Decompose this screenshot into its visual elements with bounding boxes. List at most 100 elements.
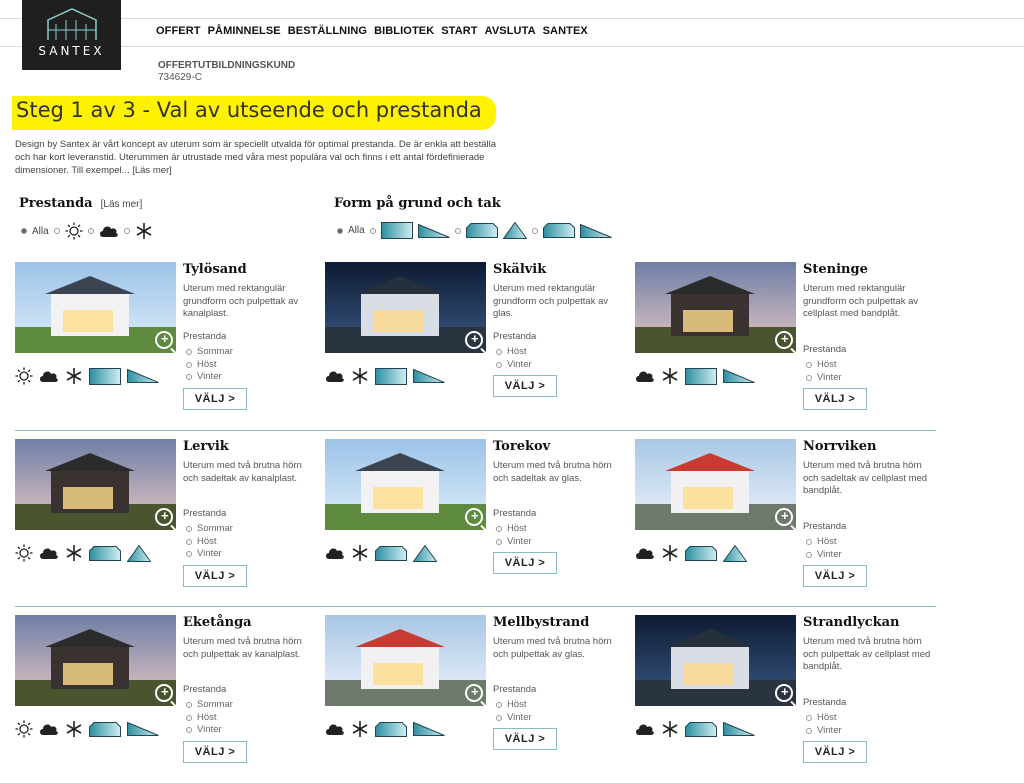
select-button[interactable]: VÄLJ > — [493, 375, 557, 397]
performance-option[interactable]: Vinter — [806, 725, 842, 738]
option-radio[interactable] — [496, 361, 502, 368]
zoom-icon[interactable]: + — [465, 684, 483, 702]
radio-all-performance[interactable] — [21, 228, 27, 234]
product-image[interactable]: + — [635, 262, 796, 353]
slope-roof-icon[interactable] — [579, 223, 612, 238]
gable-roof-icon[interactable] — [502, 222, 527, 239]
product-image[interactable]: + — [325, 439, 486, 530]
performance-option[interactable]: Höst — [186, 536, 233, 549]
performance-option[interactable]: Höst — [806, 536, 842, 549]
performance-option[interactable]: Vinter — [496, 712, 532, 725]
zoom-icon[interactable]: + — [155, 508, 173, 526]
zoom-icon[interactable]: + — [155, 331, 173, 349]
radio-cut-slope[interactable] — [531, 227, 538, 234]
nav-bibliotek[interactable]: BIBLIOTEK — [374, 25, 434, 37]
select-button[interactable]: VÄLJ > — [803, 741, 867, 763]
performance-option[interactable]: Höst — [496, 523, 532, 536]
option-radio[interactable] — [806, 727, 812, 734]
select-button[interactable]: VÄLJ > — [803, 388, 867, 410]
radio-all-form[interactable] — [337, 227, 343, 234]
option-radio[interactable] — [186, 727, 192, 734]
option-radio[interactable] — [186, 374, 192, 381]
performance-option[interactable]: Höst — [186, 712, 233, 725]
select-button[interactable]: VÄLJ > — [183, 564, 247, 587]
select-button[interactable]: VÄLJ > — [493, 552, 557, 574]
performance-option[interactable]: Vinter — [186, 724, 233, 737]
radio-autumn[interactable] — [87, 228, 94, 234]
radio-rect[interactable] — [369, 227, 376, 234]
nav-bestallning[interactable]: BESTÄLLNING — [288, 25, 367, 37]
option-radio[interactable] — [186, 526, 192, 533]
snowflake-icon[interactable] — [135, 222, 153, 240]
option-label: Vinter — [817, 724, 842, 736]
product-image[interactable]: + — [15, 439, 176, 530]
radio-cut[interactable] — [454, 227, 461, 234]
select-button[interactable]: VÄLJ > — [183, 740, 247, 763]
option-radio[interactable] — [186, 538, 192, 545]
performance-option[interactable]: Höst — [806, 359, 842, 372]
santex-logo[interactable]: SANTEX — [22, 0, 121, 70]
nav-offert[interactable]: OFFERT — [156, 25, 201, 37]
nav-start[interactable]: START — [441, 25, 477, 37]
zoom-icon[interactable]: + — [775, 508, 793, 526]
performance-option[interactable]: Vinter — [186, 548, 233, 561]
option-radio[interactable] — [186, 714, 192, 721]
slope-roof-icon — [413, 721, 445, 741]
rect-shape-icon[interactable] — [380, 222, 413, 239]
option-radio[interactable] — [496, 526, 502, 533]
product-image[interactable]: + — [325, 262, 486, 353]
cloud-icon[interactable] — [99, 224, 119, 238]
nav-avsluta[interactable]: AVSLUTA — [485, 25, 536, 37]
option-radio[interactable] — [496, 538, 502, 545]
product-image[interactable]: + — [325, 615, 486, 706]
slope-roof-icon[interactable] — [417, 223, 450, 238]
select-button[interactable]: VÄLJ > — [493, 728, 557, 750]
radio-winter[interactable] — [123, 228, 130, 234]
performance-option[interactable]: Vinter — [806, 372, 842, 385]
option-radio[interactable] — [496, 349, 502, 356]
option-radio[interactable] — [186, 349, 192, 356]
option-radio[interactable] — [186, 702, 192, 709]
product-image[interactable]: + — [635, 439, 796, 530]
option-radio[interactable] — [806, 551, 812, 558]
zoom-icon[interactable]: + — [465, 508, 483, 526]
performance-option[interactable]: Sommar — [186, 346, 233, 359]
product-image[interactable]: + — [15, 262, 176, 353]
zoom-icon[interactable]: + — [465, 331, 483, 349]
option-radio[interactable] — [496, 714, 502, 721]
select-button[interactable]: VÄLJ > — [803, 565, 867, 587]
zoom-icon[interactable]: + — [155, 684, 173, 702]
performance-option[interactable]: Vinter — [186, 371, 233, 384]
performance-option[interactable]: Höst — [806, 712, 842, 725]
sun-icon[interactable] — [65, 222, 83, 240]
feature-icons — [325, 544, 438, 567]
product-image[interactable]: + — [15, 615, 176, 706]
option-radio[interactable] — [186, 551, 192, 558]
radio-summer[interactable] — [53, 228, 60, 234]
performance-option[interactable]: Vinter — [496, 536, 532, 549]
zoom-icon[interactable]: + — [775, 331, 793, 349]
option-radio[interactable] — [806, 715, 812, 722]
cut-shape-icon[interactable] — [465, 223, 498, 238]
performance-option[interactable]: Höst — [496, 346, 532, 359]
option-radio[interactable] — [806, 362, 812, 369]
option-radio[interactable] — [806, 539, 812, 546]
performance-option[interactable]: Sommar — [186, 699, 233, 712]
performance-option[interactable]: Höst — [186, 359, 233, 372]
select-button[interactable]: VÄLJ > — [183, 387, 247, 410]
performance-option[interactable]: Vinter — [806, 549, 842, 562]
option-radio[interactable] — [496, 702, 502, 709]
product-image[interactable]: + — [635, 615, 796, 706]
zoom-icon[interactable]: + — [775, 684, 793, 702]
option-radio[interactable] — [186, 361, 192, 368]
product-name: Steninge — [803, 262, 868, 277]
cut-shape-icon[interactable] — [542, 223, 575, 238]
option-radio[interactable] — [806, 374, 812, 381]
performance-option[interactable]: Vinter — [496, 359, 532, 372]
read-more-link[interactable]: [Läs mer] — [101, 199, 143, 210]
performance-option[interactable]: Höst — [496, 699, 532, 712]
performance-option[interactable]: Sommar — [186, 523, 233, 536]
cloud-icon — [325, 546, 345, 565]
nav-paminnelse[interactable]: PÅMINNELSE — [208, 25, 281, 37]
nav-santex[interactable]: SANTEX — [543, 25, 588, 37]
